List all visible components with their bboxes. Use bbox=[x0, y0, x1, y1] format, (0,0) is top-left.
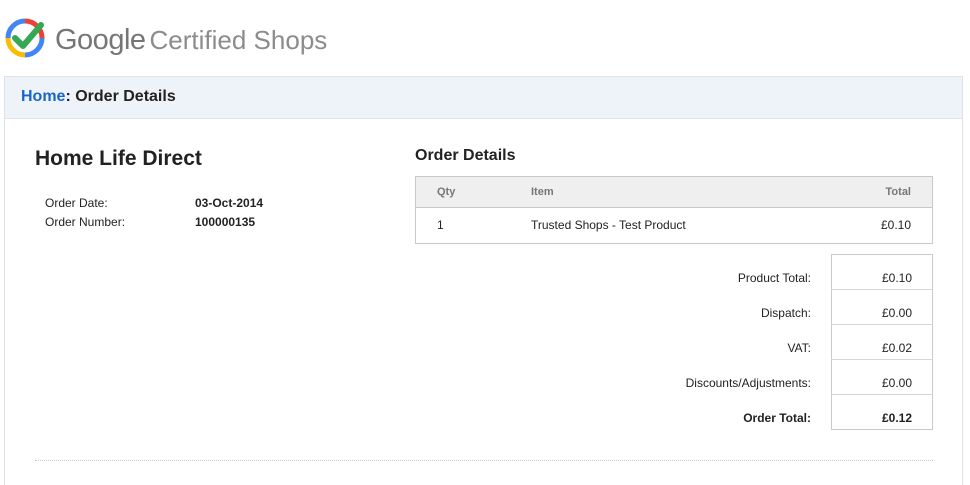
discounts-value: £0.00 bbox=[881, 376, 912, 390]
logo-brand: Google bbox=[55, 24, 146, 56]
vat-value: £0.02 bbox=[881, 341, 912, 355]
items-table: Qty Item Total 1 Trusted Shops - Test Pr… bbox=[415, 176, 933, 244]
order-details-title: Order Details bbox=[415, 147, 516, 164]
vat-row: VAT: £0.02 bbox=[415, 330, 933, 365]
dispatch-value: £0.00 bbox=[881, 306, 912, 320]
dispatch-row: Dispatch: £0.00 bbox=[415, 295, 933, 330]
shop-name: Home Life Direct bbox=[35, 147, 202, 170]
product-total-row: Product Total: £0.10 bbox=[415, 260, 933, 295]
product-total-label: Product Total: bbox=[737, 271, 811, 285]
breadcrumb-bar: Home: Order Details bbox=[5, 77, 962, 119]
section-divider bbox=[35, 460, 933, 461]
order-total-row: Order Total: £0.12 bbox=[415, 400, 933, 435]
totals-summary: Product Total: £0.10 Dispatch: £0.00 VAT… bbox=[415, 254, 933, 430]
vat-label: VAT: bbox=[787, 341, 811, 355]
discounts-row: Discounts/Adjustments: £0.00 bbox=[415, 365, 933, 400]
order-number-label: Order Number: bbox=[45, 215, 126, 229]
breadcrumb-current: Order Details bbox=[75, 88, 176, 105]
row-qty: 1 bbox=[437, 218, 444, 232]
column-header-item: Item bbox=[531, 186, 554, 198]
product-total-value: £0.10 bbox=[881, 271, 912, 285]
logo-wordmark: Google Certified Shops bbox=[55, 22, 327, 58]
order-total-label: Order Total: bbox=[743, 411, 811, 425]
breadcrumb: Home: Order Details bbox=[21, 88, 176, 106]
google-certified-check-icon bbox=[5, 18, 45, 58]
row-item: Trusted Shops - Test Product bbox=[531, 218, 686, 232]
row-total: £0.10 bbox=[880, 218, 911, 232]
dispatch-label: Dispatch: bbox=[760, 306, 811, 320]
discounts-label: Discounts/Adjustments: bbox=[685, 376, 811, 390]
column-header-qty: Qty bbox=[437, 186, 456, 198]
items-table-header: Qty Item Total bbox=[416, 177, 932, 208]
breadcrumb-home-link[interactable]: Home bbox=[21, 88, 65, 105]
breadcrumb-separator: : bbox=[65, 88, 76, 105]
column-header-total: Total bbox=[885, 186, 911, 198]
order-total-value: £0.12 bbox=[881, 411, 912, 425]
order-date-label: Order Date: bbox=[45, 196, 108, 210]
order-number-value: 100000135 bbox=[195, 215, 256, 229]
logo-product: Certified Shops bbox=[149, 25, 328, 55]
order-date-value: 03-Oct-2014 bbox=[195, 196, 264, 210]
